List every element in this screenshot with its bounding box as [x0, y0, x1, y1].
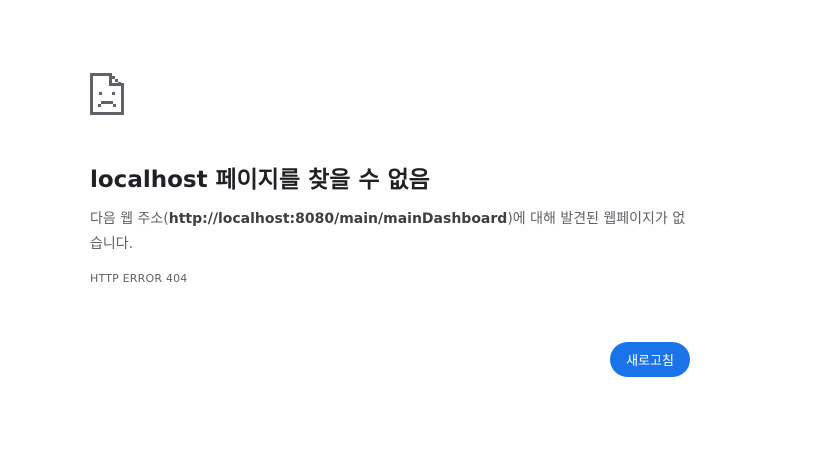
error-message: 다음 웹 주소(http://localhost:8080/main/mainD…: [90, 207, 690, 257]
sad-page-icon: [90, 73, 124, 115]
reload-button[interactable]: 새로고침: [610, 342, 690, 377]
error-page: localhost 페이지를 찾을 수 없음 다음 웹 주소(http://lo…: [0, 0, 816, 476]
requested-url: http://localhost:8080/main/mainDashboard: [168, 211, 508, 227]
error-code: HTTP ERROR 404: [90, 272, 188, 285]
message-prefix: 다음 웹 주소(: [90, 211, 169, 227]
page-title: localhost 페이지를 찾을 수 없음: [90, 167, 431, 193]
